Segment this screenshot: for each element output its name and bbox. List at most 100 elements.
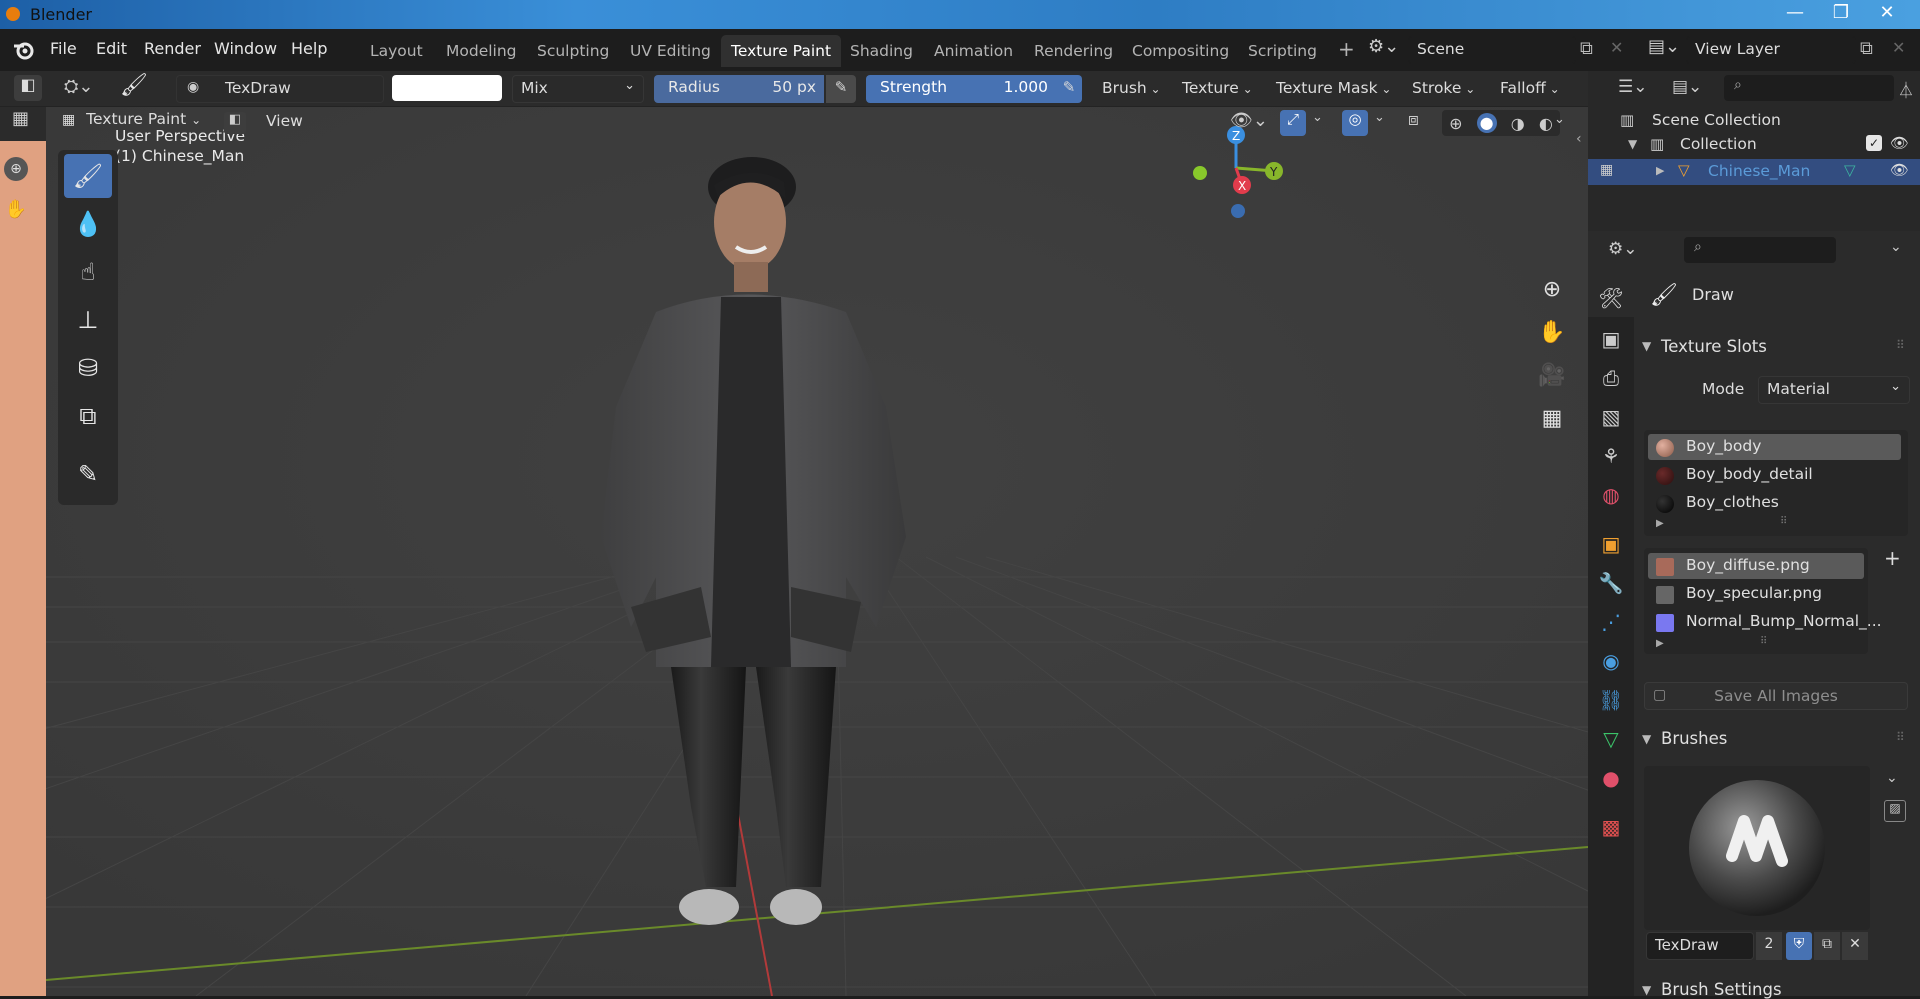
list-expand-icon[interactable]: ▶ [1656,518,1664,529]
view-layer-name-field[interactable]: View Layer [1686,36,1856,64]
particles-tab-icon[interactable]: ⋰ [1588,603,1634,641]
sidebar-toggle-icon[interactable]: ‹ [1576,131,1582,147]
drag-handle-icon[interactable]: ⠿ [1896,730,1905,744]
pan-view-icon[interactable]: ✋ [1532,312,1572,352]
scene-tab-icon[interactable]: ⚘ [1588,437,1634,475]
texture-slots-collapse-icon[interactable]: ▼ [1642,339,1651,353]
brush-settings-header[interactable]: Brush Settings [1661,980,1782,999]
view-menu[interactable]: View [266,112,303,130]
strength-pressure-icon[interactable]: ✎ [1056,75,1082,103]
draw-tool-icon[interactable]: 🖌 [64,154,112,198]
hand-icon[interactable]: ✋ [4,199,28,223]
3d-viewport[interactable]: User Perspective (1) Chinese_Man Z Y X ⊕… [46,107,1588,996]
mode-dropdown[interactable]: Material ⌄ [1758,376,1910,404]
mode-selector[interactable]: ▦ Texture Paint ⌄ [62,110,212,136]
menu-window[interactable]: Window [214,39,277,58]
radius-slider[interactable]: Radius 50 px [654,75,824,103]
tab-scripting[interactable]: Scripting [1240,40,1325,62]
render-tab-icon[interactable]: ▣ [1588,320,1634,358]
brush-menu[interactable]: Brush [1094,76,1169,102]
soften-tool-icon[interactable]: 💧 [64,202,112,246]
zoom-icon[interactable]: ⊕ [4,157,28,181]
physics-tab-icon[interactable]: ◉ [1588,642,1634,680]
tool-tab-icon[interactable]: 🛠 [1588,279,1634,317]
tab-layout[interactable]: Layout [362,40,431,62]
scene-name-field[interactable]: Scene [1408,36,1576,64]
xray-toggle-icon[interactable]: ⧈ [1408,110,1419,130]
properties-editor-type-icon[interactable]: ⚙⌄ [1608,239,1637,259]
strength-slider[interactable]: Strength 1.000 [866,75,1056,103]
material-slot-boy-body-detail[interactable]: Boy_body_detail [1648,462,1901,488]
navigation-gizmo[interactable]: Z Y X [1186,123,1286,223]
menu-help[interactable]: Help [291,39,327,58]
camera-view-icon[interactable]: 🎥 [1532,355,1572,395]
chevron-down-icon[interactable]: ⌄ [1374,110,1385,125]
duplicate-brush-icon[interactable]: ⧉ [1814,932,1840,960]
tab-animation[interactable]: Animation [926,40,1021,62]
save-all-images-button[interactable]: ▢ Save All Images [1644,682,1908,710]
clone-tool-icon[interactable]: ⊥ [64,298,112,342]
list-expand-icon[interactable]: ▶ [1656,638,1664,649]
editor-type-icon[interactable]: ◧ [14,75,42,101]
object-visibility-icon[interactable]: 👁 [1890,161,1909,179]
brush-image-icon[interactable]: ▨ [1884,800,1906,822]
material-slot-boy-clothes[interactable]: Boy_clothes [1648,490,1901,516]
view-layer-tab-icon[interactable]: ▧ [1588,398,1634,436]
texture-menu[interactable]: Texture [1174,76,1261,102]
scene-collection-label[interactable]: Scene Collection [1652,111,1781,129]
smear-tool-icon[interactable]: ☝ [64,250,112,294]
texture-mask-menu[interactable]: Texture Mask [1268,76,1400,102]
overlay-toggle-icon[interactable]: ◎ [1342,110,1368,136]
texture-slots-header[interactable]: Texture Slots [1661,337,1767,356]
expand-arrow-icon[interactable]: ▶ [1656,164,1664,177]
collection-label[interactable]: Collection [1680,135,1757,153]
brushes-collapse-icon[interactable]: ▼ [1642,732,1651,746]
chevron-down-icon[interactable]: ⌄ [1312,110,1323,125]
orthographic-toggle-icon[interactable]: ▦ [1532,398,1572,438]
stroke-menu[interactable]: Stroke [1404,76,1484,102]
collection-expand-icon[interactable]: ▼ [1628,137,1637,151]
menu-file[interactable]: File [50,39,77,58]
menu-edit[interactable]: Edit [96,39,127,58]
fill-tool-icon[interactable]: ⛁ [64,346,112,390]
modifier-tab-icon[interactable]: 🔧 [1588,564,1634,602]
tool-options-icon[interactable]: ⛭⌄ [64,76,93,97]
brush-name-field[interactable]: TexDraw [1646,932,1754,960]
delete-view-layer-icon[interactable]: ✕ [1892,38,1905,57]
tab-uv-editing[interactable]: UV Editing [622,40,719,62]
annotate-tool-icon[interactable]: ✎ [64,452,112,496]
visibility-icon[interactable]: 👁⌄ [1230,110,1268,131]
outliner-row-chinese-man[interactable]: ▦ ▶ ▽ Chinese_Man ▽ 👁 [1588,159,1920,185]
brushes-header[interactable]: Brushes [1661,729,1727,748]
outliner-filter-icon[interactable]: ▤⌄ [1672,77,1702,97]
mask-tool-icon[interactable]: ⧉ [64,394,112,438]
tab-shading[interactable]: Shading [842,40,921,62]
add-texture-slot-icon[interactable]: + [1884,546,1901,570]
falloff-menu[interactable]: Falloff [1492,76,1568,102]
new-view-layer-icon[interactable]: ⧉ [1860,38,1873,59]
rendered-shading-icon[interactable]: ◐ [1539,114,1553,133]
color-swatch[interactable] [392,75,502,101]
properties-options-icon[interactable]: ⌄ [1890,239,1902,255]
image-slot-boy-diffuse[interactable]: Boy_diffuse.png [1648,553,1864,579]
scene-selector-icon[interactable]: ⚙⌄ [1368,36,1406,64]
tab-modeling[interactable]: Modeling [438,40,525,62]
minimize-button[interactable]: — [1772,0,1818,29]
zoom-view-icon[interactable]: ⊕ [1532,269,1572,309]
delete-scene-icon[interactable]: ✕ [1610,38,1623,57]
chevron-down-icon[interactable]: ⌄ [1554,112,1565,127]
menu-render[interactable]: Render [144,39,201,58]
brush-selector[interactable]: ◉ TexDraw [176,75,384,103]
collection-visibility-icon[interactable]: 👁 [1890,134,1909,152]
blend-mode-dropdown[interactable]: Mix ⌄ [512,75,644,103]
wireframe-shading-icon[interactable]: ⊕ [1449,114,1462,133]
gizmo-toggle-icon[interactable]: ⤢ [1280,110,1306,136]
tab-rendering[interactable]: Rendering [1026,40,1121,62]
tab-compositing[interactable]: Compositing [1124,40,1237,62]
material-tab-icon[interactable]: ● [1588,759,1634,797]
object-tab-icon[interactable]: ▣ [1588,525,1634,563]
material-slot-boy-body[interactable]: Boy_body [1648,434,1901,460]
material-shading-icon[interactable]: ◑ [1511,114,1525,133]
viewlayer-selector-icon[interactable]: ▤⌄ [1648,36,1684,64]
list-resize-handle-icon[interactable]: ⠿ [1760,636,1767,647]
